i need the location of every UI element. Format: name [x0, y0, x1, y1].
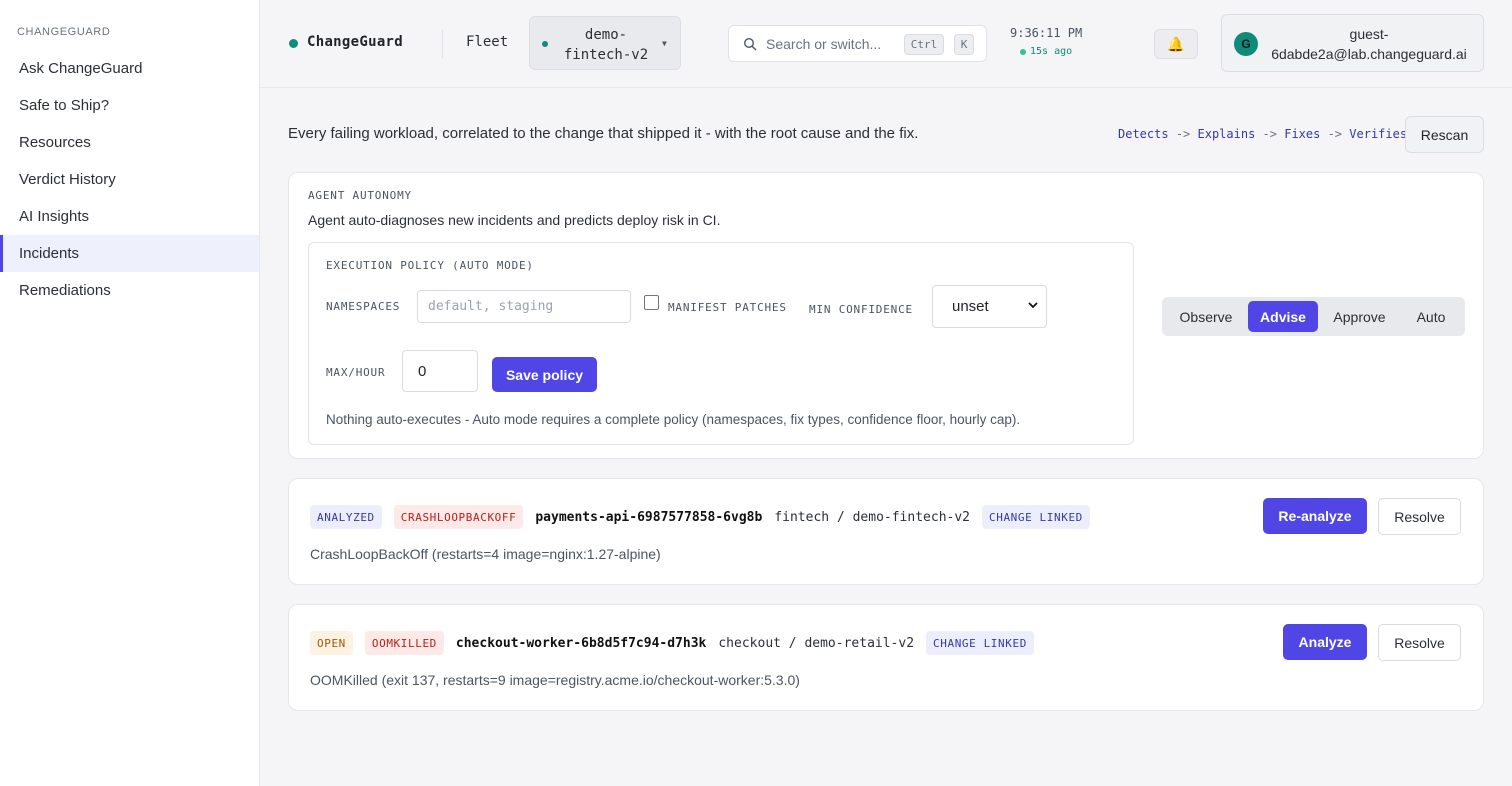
incident-detail: OOMKilled (exit 137, restarts=9 image=re…: [310, 672, 800, 688]
search-icon: [743, 37, 757, 51]
sidebar-item-safe-to-ship[interactable]: Safe to Ship?: [0, 87, 259, 124]
environment-select[interactable]: demo-fintech-v2 ▼: [529, 16, 681, 70]
clock: 9:36:11 PM: [1010, 26, 1083, 40]
analyze-button[interactable]: Analyze: [1283, 624, 1367, 660]
last-updated: 15s ago: [1020, 46, 1072, 57]
min-confidence-value: unset: [952, 298, 989, 315]
environment-label: demo-fintech-v2: [563, 27, 649, 63]
header-divider: [442, 30, 443, 58]
min-confidence-label: MIN CONFIDENCE: [809, 303, 913, 316]
incident-header: OPEN OOMKILLED checkout-worker-6b8d5f7c9…: [310, 631, 1046, 655]
user-email: guest-6dabde2a@lab.changeguard.ai: [1271, 26, 1467, 62]
sidebar: CHANGEGUARD Ask ChangeGuard Safe to Ship…: [0, 0, 260, 786]
status-badge: OPEN: [310, 631, 353, 655]
sidebar-brand: CHANGEGUARD: [17, 26, 111, 38]
status-badge: ANALYZED: [310, 505, 382, 529]
change-linked-badge: CHANGE LINKED: [982, 505, 1090, 529]
user-menu[interactable]: G guest-6dabde2a@lab.changeguard.ai: [1221, 14, 1484, 72]
sidebar-item-resources[interactable]: Resources: [0, 124, 259, 161]
flow-arrow: ->: [1175, 127, 1191, 141]
fleet-link[interactable]: Fleet: [466, 34, 508, 50]
flow-arrow: ->: [1327, 127, 1343, 141]
sidebar-item-remediations[interactable]: Remediations: [0, 272, 259, 309]
incident-detail: CrashLoopBackOff (restarts=4 image=nginx…: [310, 546, 661, 562]
chevron-down-icon: [1028, 302, 1038, 309]
namespaces-input[interactable]: default, staging: [417, 290, 631, 323]
namespace-label: checkout / demo-retail-v2: [718, 635, 915, 651]
live-dot-icon: [1020, 48, 1026, 55]
flow-step-explains: Explains: [1197, 127, 1256, 141]
policy-title: EXECUTION POLICY (AUTO MODE): [326, 259, 534, 272]
status-dot-icon: [289, 39, 298, 48]
max-hour-label: MAX/HOUR: [326, 366, 386, 379]
autonomy-title: AGENT AUTONOMY: [308, 189, 412, 202]
incident-header: ANALYZED CRASHLOOPBACKOFF payments-api-6…: [310, 505, 1102, 529]
search-placeholder: Search or switch...: [766, 36, 882, 52]
min-confidence-select[interactable]: unset: [932, 285, 1047, 328]
mode-advise[interactable]: Advise: [1248, 301, 1318, 332]
policy-note: Nothing auto-executes - Auto mode requir…: [326, 412, 1021, 427]
pod-name[interactable]: payments-api-6987577858-6vg8b: [535, 510, 762, 525]
save-policy-button[interactable]: Save policy: [492, 357, 597, 392]
sidebar-item-ask-changeguard[interactable]: Ask ChangeGuard: [0, 50, 259, 87]
namespace-label: fintech / demo-fintech-v2: [774, 509, 970, 525]
resolve-button[interactable]: Resolve: [1378, 624, 1461, 661]
env-status-dot-icon: [542, 41, 548, 47]
max-hour-input[interactable]: 0: [402, 350, 478, 392]
manifest-patches-label: MANIFEST PATCHES: [668, 301, 787, 314]
notifications-button[interactable]: 🔔: [1154, 29, 1198, 59]
mode-auto[interactable]: Auto: [1401, 301, 1461, 332]
rescan-button[interactable]: Rescan: [1405, 116, 1484, 153]
mode-observe[interactable]: Observe: [1167, 301, 1245, 332]
avatar: G: [1234, 32, 1258, 56]
execution-policy-panel: EXECUTION POLICY (AUTO MODE) NAMESPACES …: [308, 242, 1134, 445]
reason-badge: OOMKILLED: [364, 631, 444, 655]
sidebar-item-ai-insights[interactable]: AI Insights: [0, 198, 259, 235]
sidebar-nav: Ask ChangeGuard Safe to Ship? Resources …: [0, 50, 259, 309]
manifest-patches-checkbox[interactable]: [644, 295, 659, 310]
flow-step-detects: Detects: [1118, 127, 1169, 141]
agent-autonomy-card: AGENT AUTONOMY Agent auto-diagnoses new …: [288, 172, 1484, 459]
autonomy-mode-toggle: Observe Advise Approve Auto: [1162, 297, 1465, 336]
search-input[interactable]: Search or switch... Ctrl K: [728, 25, 987, 62]
sidebar-item-incidents[interactable]: Incidents: [0, 235, 259, 272]
reanalyze-button[interactable]: Re-analyze: [1263, 498, 1367, 534]
reason-badge: CRASHLOOPBACKOFF: [393, 505, 524, 529]
bell-icon: 🔔: [1167, 35, 1185, 52]
autonomy-description: Agent auto-diagnoses new incidents and p…: [308, 212, 721, 228]
app-logo[interactable]: ChangeGuard: [307, 34, 403, 50]
flow-step-verifies: Verifies: [1349, 127, 1408, 141]
last-updated-text: 15s ago: [1030, 46, 1073, 57]
shortcut-key-k: K: [954, 34, 974, 55]
resolve-button[interactable]: Resolve: [1378, 498, 1461, 535]
shortcut-key-ctrl: Ctrl: [904, 34, 944, 55]
pod-name[interactable]: checkout-worker-6b8d5f7c94-d7h3k: [456, 636, 706, 651]
change-linked-badge: CHANGE LINKED: [926, 631, 1034, 655]
mode-approve[interactable]: Approve: [1321, 301, 1398, 332]
incident-card: OPEN OOMKILLED checkout-worker-6b8d5f7c9…: [288, 604, 1484, 711]
chevron-down-icon: ▼: [662, 39, 667, 48]
incident-card: ANALYZED CRASHLOOPBACKOFF payments-api-6…: [288, 478, 1484, 585]
flow-step-fixes: Fixes: [1284, 127, 1321, 141]
page-description: Every failing workload, correlated to th…: [288, 125, 919, 142]
sidebar-item-verdict-history[interactable]: Verdict History: [0, 161, 259, 198]
flow-arrow: ->: [1262, 127, 1277, 141]
workflow-steps: Detects -> Explains -> Fixes -> Verifies: [1118, 127, 1407, 141]
namespaces-label: NAMESPACES: [326, 300, 401, 313]
